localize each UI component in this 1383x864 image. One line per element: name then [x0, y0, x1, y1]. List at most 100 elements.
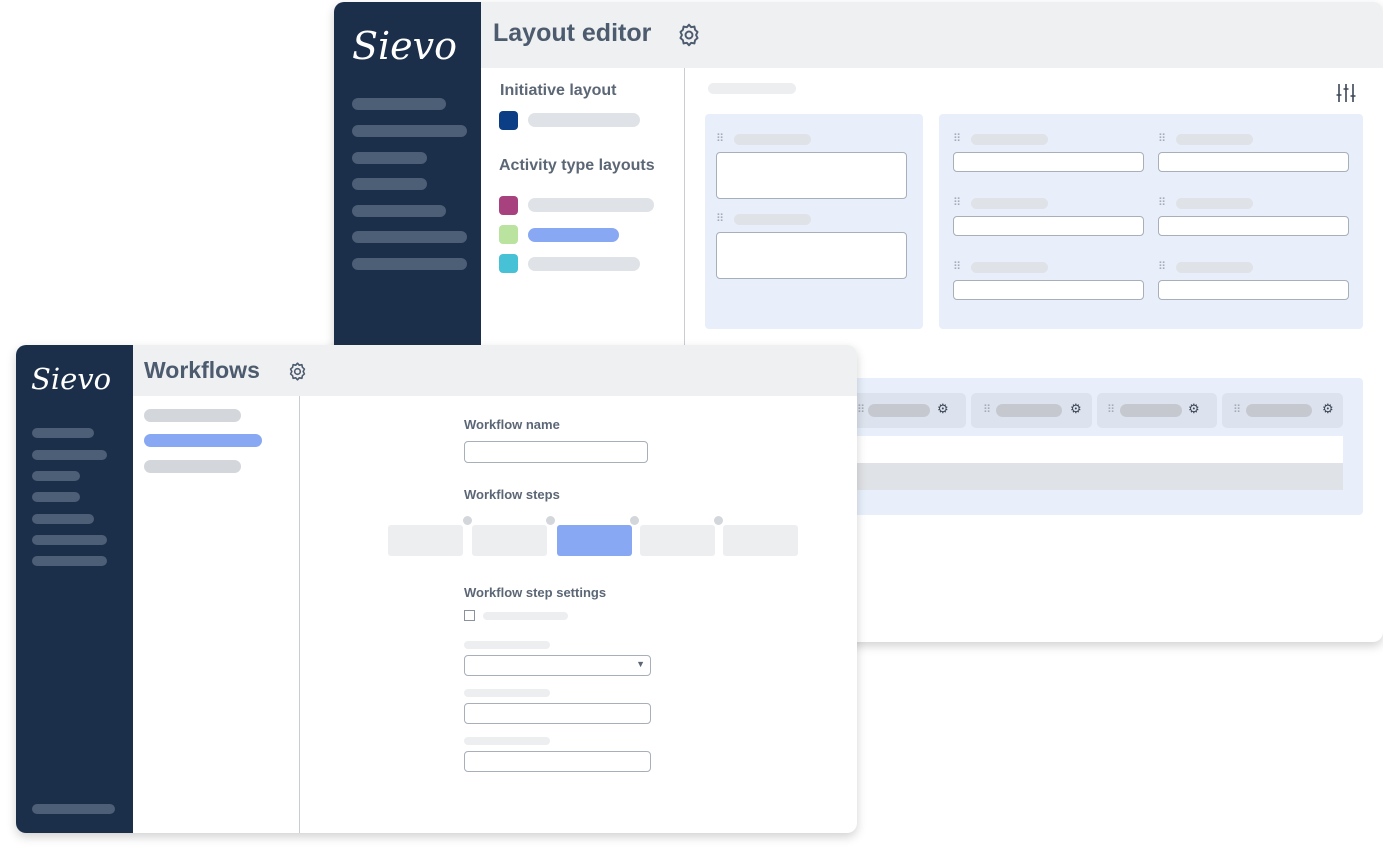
field-label-placeholder: [971, 262, 1048, 273]
gear-icon[interactable]: ⚙: [1188, 401, 1200, 417]
layout-item[interactable]: [528, 198, 654, 212]
sidebar-item[interactable]: [32, 556, 107, 566]
drag-handle-icon[interactable]: ⠿: [983, 405, 991, 416]
setting-input[interactable]: [464, 751, 651, 772]
header: Workflows: [133, 345, 857, 396]
column-header-chip[interactable]: ⠿ ⚙: [971, 393, 1092, 428]
gear-icon[interactable]: ⚙: [937, 401, 949, 417]
setting-input[interactable]: [464, 703, 651, 724]
field-label-placeholder: [971, 134, 1048, 145]
field-label-placeholder: [1176, 198, 1253, 209]
sidebar-item[interactable]: [352, 205, 446, 217]
checkbox-label-placeholder: [483, 612, 568, 620]
workflow-step[interactable]: [388, 525, 463, 556]
drag-handle-icon[interactable]: ⠿: [1158, 262, 1166, 273]
page-title: Layout editor: [493, 19, 652, 47]
column-name-placeholder: [868, 404, 930, 417]
layout-section[interactable]: ⠿ ⠿: [705, 114, 923, 329]
dropdown-label-placeholder: [464, 641, 550, 649]
drag-handle-icon[interactable]: ⠿: [716, 214, 724, 225]
sidebar-item[interactable]: [32, 804, 115, 814]
field-label-placeholder: [734, 214, 811, 225]
field-input[interactable]: [716, 152, 907, 199]
divider: [684, 68, 685, 358]
workflow-step[interactable]: [723, 525, 798, 556]
sidebar-item[interactable]: [352, 125, 467, 137]
step-connector-dot: [546, 516, 555, 525]
sidebar-item[interactable]: [32, 535, 107, 545]
sidebar: Sievo: [16, 345, 133, 833]
activity-type-layouts-heading: Activity type layouts: [499, 157, 655, 174]
activity-color-swatch: [499, 254, 518, 273]
gear-icon[interactable]: [676, 22, 702, 48]
drag-handle-icon[interactable]: ⠿: [953, 134, 961, 145]
workflow-name-input[interactable]: [464, 441, 648, 463]
sidebar-item[interactable]: [352, 231, 467, 243]
sidebar-item[interactable]: [32, 514, 94, 524]
sidebar-item[interactable]: [32, 450, 107, 460]
field-input[interactable]: [1158, 280, 1349, 300]
workflow-step[interactable]: [640, 525, 715, 556]
workflow-list-item[interactable]: [144, 409, 241, 422]
table-row: [845, 463, 1343, 490]
field-input[interactable]: [1158, 216, 1349, 236]
initiative-color-swatch: [499, 111, 518, 130]
drag-handle-icon[interactable]: ⠿: [716, 134, 724, 145]
field-input[interactable]: [953, 280, 1144, 300]
page-title: Workflows: [144, 357, 260, 383]
drag-handle-icon[interactable]: ⠿: [953, 262, 961, 273]
activity-color-swatch: [499, 196, 518, 215]
field-input[interactable]: [1158, 152, 1349, 172]
step-connector-dot: [714, 516, 723, 525]
field-input[interactable]: [953, 216, 1144, 236]
canvas-title-placeholder: [708, 83, 796, 94]
field-label-placeholder: [1176, 262, 1253, 273]
drag-handle-icon[interactable]: ⠿: [857, 405, 865, 416]
field-input[interactable]: [716, 232, 907, 279]
sidebar-item[interactable]: [352, 178, 427, 190]
table-row: [845, 436, 1343, 463]
sidebar-item[interactable]: [352, 98, 446, 110]
field-label-placeholder: [971, 198, 1048, 209]
workflows-window: Sievo Workflows Workflow name Workflow s…: [16, 345, 857, 833]
workflow-list-item[interactable]: [144, 460, 241, 473]
column-name-placeholder: [1246, 404, 1312, 417]
column-name-placeholder: [1120, 404, 1182, 417]
drag-handle-icon[interactable]: ⠿: [1107, 405, 1115, 416]
drag-handle-icon[interactable]: ⠿: [1158, 198, 1166, 209]
gear-icon[interactable]: ⚙: [1322, 401, 1334, 417]
sidebar-item[interactable]: [32, 492, 80, 502]
column-header-chip[interactable]: ⠿ ⚙: [1097, 393, 1217, 428]
field-label-placeholder: [1176, 134, 1253, 145]
divider: [299, 396, 300, 833]
workflow-steps-label: Workflow steps: [464, 487, 560, 502]
setting-checkbox[interactable]: [464, 610, 475, 621]
sidebar-item[interactable]: [352, 258, 467, 270]
column-name-placeholder: [996, 404, 1062, 417]
layout-item[interactable]: [528, 113, 640, 127]
drag-handle-icon[interactable]: ⠿: [1233, 405, 1241, 416]
sliders-icon[interactable]: [1335, 82, 1357, 104]
sidebar-item[interactable]: [352, 152, 427, 164]
field-input[interactable]: [953, 152, 1144, 172]
gear-icon[interactable]: ⚙: [1070, 401, 1082, 417]
workflow-step-selected[interactable]: [557, 525, 632, 556]
workflow-step[interactable]: [472, 525, 547, 556]
setting-dropdown[interactable]: ▼: [464, 655, 651, 676]
step-connector-dot: [463, 516, 472, 525]
drag-handle-icon[interactable]: ⠿: [1158, 134, 1166, 145]
column-header-chip[interactable]: ⠿ ⚙: [1222, 393, 1343, 428]
column-header-chip[interactable]: ⠿ ⚙: [845, 393, 966, 428]
layout-item[interactable]: [528, 257, 640, 271]
field-label-placeholder: [464, 737, 550, 745]
sidebar-item[interactable]: [32, 471, 80, 481]
layout-item-selected[interactable]: [528, 228, 619, 242]
brand-logo: Sievo: [31, 362, 112, 396]
sidebar-item[interactable]: [32, 428, 94, 438]
layout-section[interactable]: ⠿ ⠿ ⠿ ⠿ ⠿ ⠿: [939, 114, 1363, 329]
step-connector-dot: [630, 516, 639, 525]
initiative-layout-heading: Initiative layout: [500, 82, 617, 99]
workflow-list-item-selected[interactable]: [144, 434, 262, 447]
gear-icon[interactable]: [287, 361, 308, 382]
drag-handle-icon[interactable]: ⠿: [953, 198, 961, 209]
